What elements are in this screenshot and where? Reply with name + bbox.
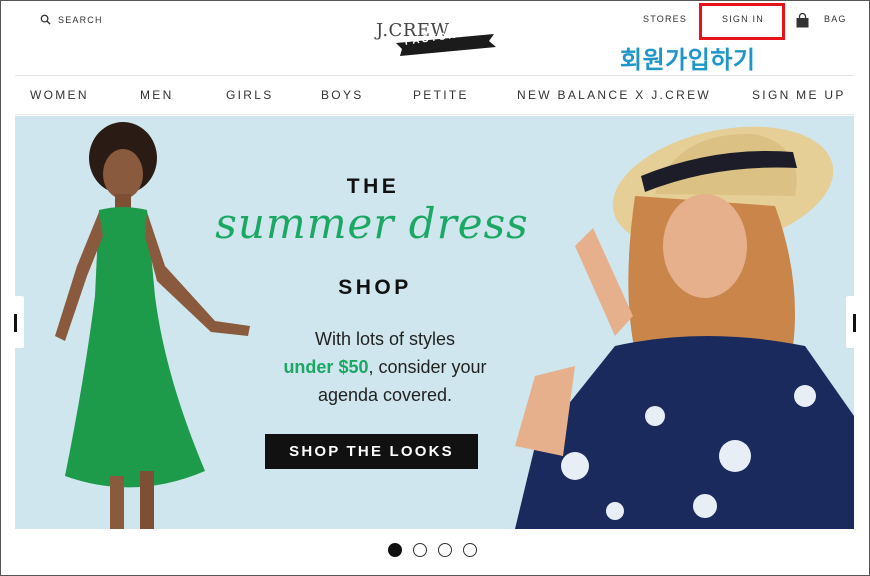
- hero-copy-line-2-rest: , consider your: [368, 357, 487, 377]
- carousel-next-button[interactable]: [846, 296, 858, 348]
- hero-headline-shop: SHOP: [338, 276, 412, 299]
- carousel-pagination: [388, 543, 477, 557]
- bag-link[interactable]: BAG: [824, 14, 847, 24]
- carousel-dot[interactable]: [463, 543, 477, 557]
- carousel-prev-button[interactable]: [12, 296, 24, 348]
- hero-headline-the: THE: [346, 175, 400, 198]
- carousel-dot[interactable]: [388, 543, 402, 557]
- search-icon: [40, 14, 51, 25]
- hero-copy-price: under $50: [283, 357, 369, 377]
- search-button[interactable]: SEARCH: [40, 14, 103, 25]
- nav-item-men[interactable]: MEN: [140, 88, 174, 102]
- header-divider: [15, 75, 854, 76]
- stores-link[interactable]: STORES: [643, 14, 687, 24]
- chevron-right-icon: [853, 314, 856, 332]
- signup-annotation: 회원가입하기: [620, 47, 756, 74]
- nav-divider: [15, 114, 854, 115]
- hero-headline-script: summer dress: [215, 199, 529, 248]
- nav-item-boys[interactable]: BOYS: [321, 88, 364, 102]
- search-label: SEARCH: [58, 14, 103, 25]
- nav-item-sign-me-up[interactable]: SIGN ME UP: [752, 88, 846, 102]
- logo-factory-banner: FACTORY: [390, 28, 498, 56]
- hero-copy-line-3: agenda covered.: [317, 385, 453, 405]
- shop-the-looks-button[interactable]: SHOP THE LOOKS: [265, 434, 478, 469]
- model-green-dress-image: [55, 122, 250, 529]
- hero-copy-line-1: With lots of styles: [314, 329, 456, 349]
- bag-icon[interactable]: [796, 13, 809, 28]
- carousel-dot[interactable]: [438, 543, 452, 557]
- chevron-left-icon: [14, 314, 17, 332]
- nav-item-women[interactable]: WOMEN: [30, 88, 89, 102]
- model-sun-hat-image: [515, 126, 854, 529]
- nav-item-girls[interactable]: GIRLS: [226, 88, 274, 102]
- sign-in-highlight-box: [699, 3, 785, 40]
- carousel-dot[interactable]: [413, 543, 427, 557]
- nav-item-new-balance[interactable]: NEW BALANCE X J.CREW: [517, 88, 711, 102]
- main-nav: WOMEN MEN GIRLS BOYS PETITE NEW BALANCE …: [0, 88, 870, 108]
- hero-body-copy: With lots of styles under $50, consider …: [240, 325, 530, 409]
- jcrew-factory-logo[interactable]: J.CREW FACTORY: [376, 20, 498, 60]
- hero-banner[interactable]: THE summer dress SHOP With lots of style…: [15, 116, 854, 529]
- nav-item-petite[interactable]: PETITE: [413, 88, 469, 102]
- hero-copy-line-2: under $50, consider your: [240, 353, 530, 381]
